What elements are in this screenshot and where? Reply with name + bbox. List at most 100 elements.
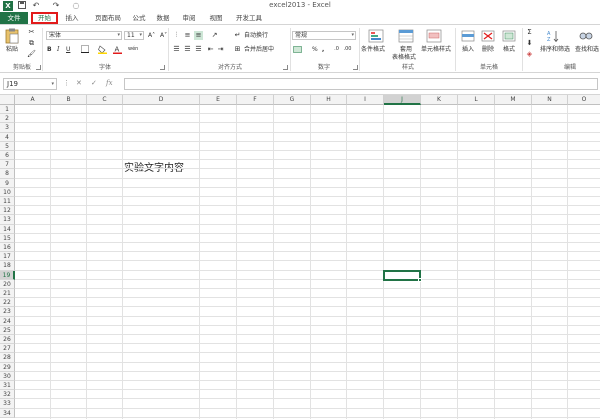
- clipboard-launcher-icon[interactable]: [36, 65, 41, 70]
- italic-button[interactable]: I: [57, 45, 59, 54]
- row-header-5[interactable]: 5: [0, 141, 15, 151]
- fill-color-icon[interactable]: [98, 45, 107, 54]
- decrease-indent-icon[interactable]: ⇤: [206, 45, 215, 54]
- comma-style-button[interactable]: ,: [322, 45, 324, 54]
- select-all-button[interactable]: [0, 95, 15, 105]
- fill-handle[interactable]: [418, 277, 422, 282]
- worksheet-grid[interactable]: 实验文字内容 A B C D E F G H I J K L M N O 1 2 3 4 5 6 7 8 9 10 11 12 13 1…: [0, 95, 600, 419]
- underline-button[interactable]: U: [66, 45, 70, 54]
- tab-view[interactable]: 视图: [205, 12, 227, 24]
- align-bottom-icon[interactable]: ≡: [194, 31, 203, 40]
- row-header-19[interactable]: 19: [0, 270, 15, 280]
- align-top-icon[interactable]: ⫶: [172, 31, 181, 40]
- shrink-font-button[interactable]: A˅: [160, 31, 167, 40]
- row-header-12[interactable]: 12: [0, 206, 15, 216]
- column-header-j[interactable]: J: [384, 95, 421, 105]
- increase-indent-icon[interactable]: ⇥: [216, 45, 225, 54]
- row-header-18[interactable]: 18: [0, 261, 15, 271]
- column-header-e[interactable]: E: [200, 95, 237, 105]
- column-header-h[interactable]: H: [311, 95, 347, 105]
- merge-center-button[interactable]: 合并后居中: [244, 45, 274, 54]
- row-header-28[interactable]: 28: [0, 353, 15, 363]
- orientation-icon[interactable]: ↗: [210, 31, 219, 40]
- column-header-g[interactable]: G: [274, 95, 311, 105]
- accounting-format-icon[interactable]: [293, 45, 302, 54]
- insert-function-icon[interactable]: fx: [106, 79, 113, 87]
- insert-cells-button[interactable]: 插入: [462, 45, 474, 54]
- row-header-24[interactable]: 24: [0, 316, 15, 326]
- number-format-select[interactable]: 常规 ▾: [292, 31, 356, 40]
- row-header-10[interactable]: 10: [0, 187, 15, 197]
- row-header-2[interactable]: 2: [0, 114, 15, 124]
- cell-d7[interactable]: 实验文字内容: [124, 159, 184, 174]
- row-header-11[interactable]: 11: [0, 197, 15, 207]
- row-header-14[interactable]: 14: [0, 224, 15, 234]
- row-header-33[interactable]: 33: [0, 399, 15, 409]
- merge-center-icon[interactable]: ⊞: [233, 45, 242, 54]
- row-header-30[interactable]: 30: [0, 371, 15, 381]
- row-header-8[interactable]: 8: [0, 169, 15, 179]
- column-header-f[interactable]: F: [237, 95, 274, 105]
- paste-icon[interactable]: [5, 28, 21, 44]
- copy-icon[interactable]: ⧉: [27, 39, 36, 48]
- tab-developer[interactable]: 开发工具: [232, 12, 266, 24]
- name-box[interactable]: J19 ▾: [3, 78, 57, 90]
- cut-icon[interactable]: ✂: [27, 28, 36, 37]
- more-options-icon[interactable]: ⋮: [63, 79, 70, 87]
- tab-review[interactable]: 审阅: [178, 12, 200, 24]
- alignment-launcher-icon[interactable]: [283, 65, 288, 70]
- cell-styles-icon[interactable]: [426, 29, 442, 43]
- column-header-i[interactable]: I: [347, 95, 384, 105]
- delete-cells-icon[interactable]: [480, 29, 496, 43]
- column-header-c[interactable]: C: [87, 95, 123, 105]
- paste-button-label[interactable]: 粘贴: [6, 45, 18, 54]
- tab-formulas[interactable]: 公式: [128, 12, 150, 24]
- row-header-1[interactable]: 1: [0, 105, 15, 115]
- cancel-icon[interactable]: ✕: [76, 79, 82, 87]
- row-header-32[interactable]: 32: [0, 390, 15, 400]
- column-header-m[interactable]: M: [495, 95, 532, 105]
- wrap-text-button[interactable]: 自动换行: [244, 31, 268, 40]
- row-header-20[interactable]: 20: [0, 279, 15, 289]
- column-header-k[interactable]: K: [421, 95, 458, 105]
- format-painter-icon[interactable]: 🖌: [27, 50, 36, 59]
- clear-icon[interactable]: ◈: [525, 50, 534, 59]
- column-header-a[interactable]: A: [15, 95, 51, 105]
- font-color-icon[interactable]: A: [113, 45, 122, 54]
- selected-cell-j19[interactable]: [383, 269, 422, 282]
- insert-cells-icon[interactable]: [460, 29, 476, 43]
- row-header-25[interactable]: 25: [0, 325, 15, 335]
- font-name-select[interactable]: 宋体 ▾: [46, 31, 122, 40]
- tab-insert[interactable]: 插入: [60, 12, 84, 24]
- tab-file[interactable]: 文件: [0, 12, 28, 24]
- font-launcher-icon[interactable]: [160, 65, 165, 70]
- decrease-decimal-icon[interactable]: .00: [343, 45, 352, 54]
- row-header-21[interactable]: 21: [0, 289, 15, 299]
- number-launcher-icon[interactable]: [353, 65, 358, 70]
- format-as-table-label-2[interactable]: 表格格式: [392, 53, 416, 62]
- row-header-3[interactable]: 3: [0, 123, 15, 133]
- increase-decimal-icon[interactable]: .0: [332, 45, 341, 54]
- tab-data[interactable]: 数据: [152, 12, 174, 24]
- row-header-26[interactable]: 26: [0, 335, 15, 345]
- row-header-15[interactable]: 15: [0, 233, 15, 243]
- font-size-select[interactable]: 11 ▾: [124, 31, 144, 40]
- row-header-31[interactable]: 31: [0, 381, 15, 391]
- column-header-l[interactable]: L: [458, 95, 495, 105]
- borders-icon[interactable]: [80, 45, 89, 54]
- row-header-7[interactable]: 7: [0, 160, 15, 170]
- align-left-icon[interactable]: ☰: [172, 45, 181, 54]
- phonetic-button[interactable]: wén: [128, 45, 138, 54]
- sort-filter-button[interactable]: 排序和筛选: [540, 45, 570, 54]
- align-middle-icon[interactable]: ≡: [183, 31, 192, 40]
- column-header-b[interactable]: B: [51, 95, 87, 105]
- row-header-16[interactable]: 16: [0, 243, 15, 253]
- align-center-icon[interactable]: ☰: [183, 45, 192, 54]
- format-as-table-icon[interactable]: [398, 29, 414, 43]
- autosum-icon[interactable]: Σ: [525, 28, 534, 37]
- tab-page-layout[interactable]: 页面布局: [88, 12, 128, 24]
- fill-icon[interactable]: ⬇: [525, 39, 534, 48]
- row-header-17[interactable]: 17: [0, 252, 15, 262]
- grow-font-button[interactable]: A˄: [148, 31, 155, 40]
- column-header-n[interactable]: N: [532, 95, 568, 105]
